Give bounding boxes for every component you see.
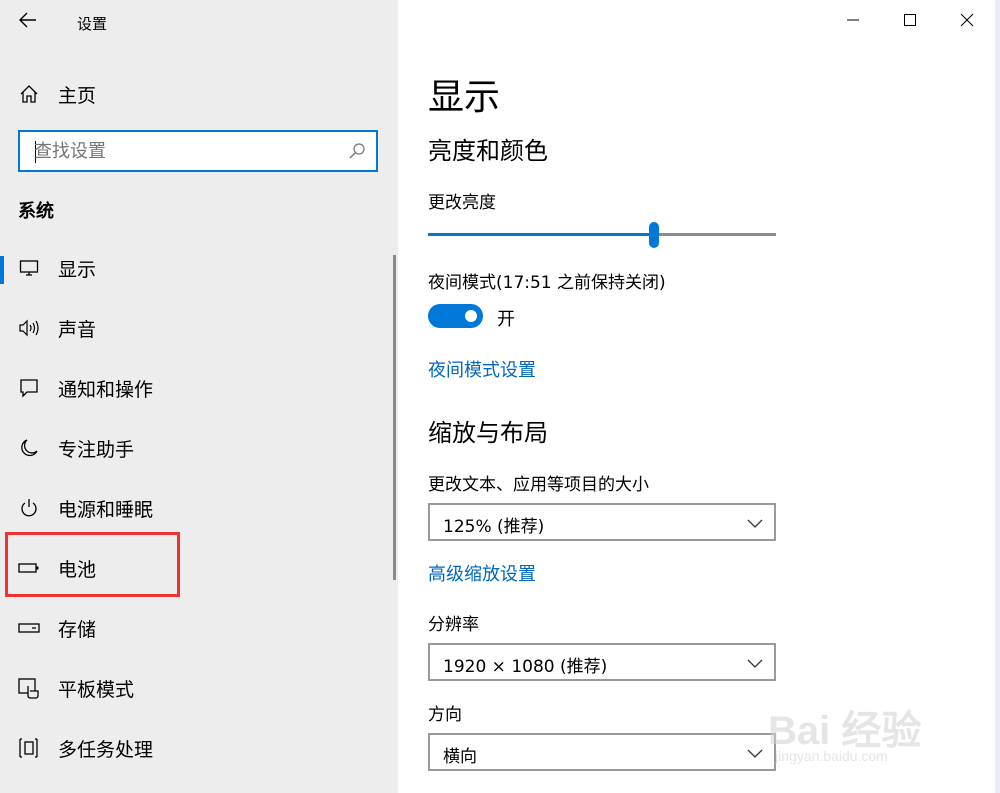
- highlight-annotation: [5, 532, 180, 597]
- search-box[interactable]: [18, 130, 378, 172]
- monitor-icon: [18, 257, 40, 279]
- sidebar-item-label: 多任务处理: [58, 738, 154, 761]
- sidebar-scrollbar[interactable]: [393, 255, 396, 580]
- sidebar-item-notifications[interactable]: 通知和操作: [0, 358, 390, 418]
- resolution-label: 分辨率: [428, 615, 479, 635]
- multitasking-icon: [18, 737, 40, 759]
- storage-icon: [18, 617, 40, 639]
- section-title: 系统: [18, 201, 54, 222]
- sidebar-item-label: 通知和操作: [58, 378, 154, 401]
- home-label: 主页: [58, 84, 97, 107]
- moon-icon: [18, 437, 40, 459]
- page-title: 显示: [428, 77, 501, 118]
- chevron-down-icon: [746, 655, 764, 669]
- desktop-edge: [995, 0, 1000, 793]
- scale-layout-heading: 缩放与布局: [428, 419, 548, 447]
- search-input[interactable]: [34, 140, 334, 162]
- chevron-down-icon: [746, 515, 764, 529]
- resolution-value: 1920 × 1080 (推荐): [443, 657, 608, 677]
- baidu-watermark: Bai 经验 jingyan.baidu.com: [740, 688, 950, 778]
- scale-value: 125% (推荐): [443, 517, 545, 537]
- maximize-icon: [903, 12, 917, 31]
- night-light-settings-link[interactable]: 夜间模式设置: [428, 356, 536, 382]
- night-light-toggle-state: 开: [497, 309, 515, 330]
- scale-label: 更改文本、应用等项目的大小: [428, 475, 649, 495]
- night-light-label: 夜间模式(17:51 之前保持关闭): [428, 273, 666, 293]
- sidebar-item-display[interactable]: 显示: [0, 238, 390, 298]
- tablet-mode-icon: [18, 677, 40, 699]
- title-bar: 设置: [0, 0, 398, 44]
- sidebar-item-label: 平板模式: [58, 678, 135, 701]
- minimize-button[interactable]: [838, 6, 868, 36]
- back-button[interactable]: [14, 8, 42, 36]
- power-icon: [18, 497, 40, 519]
- sidebar-nav: 显示 声音 通知和操作 专注助手 电源和睡眠 电池 存储 平板模式 多任务处理: [0, 238, 390, 778]
- brightness-label: 更改亮度: [428, 193, 496, 213]
- sidebar-item-power-sleep[interactable]: 电源和睡眠: [0, 478, 390, 538]
- maximize-button[interactable]: [895, 6, 925, 36]
- brightness-heading: 亮度和颜色: [428, 137, 548, 165]
- sidebar-item-storage[interactable]: 存储: [0, 598, 390, 658]
- slider-fill: [428, 233, 655, 236]
- back-arrow-icon: [19, 12, 37, 32]
- sidebar-item-label: 显示: [58, 258, 97, 281]
- orientation-dropdown[interactable]: 横向: [428, 733, 776, 771]
- app-title: 设置: [77, 15, 108, 33]
- watermark-url: jingyan.baidu.com: [775, 748, 888, 764]
- sidebar-item-home[interactable]: 主页: [18, 78, 96, 110]
- home-icon: [18, 83, 40, 105]
- speaker-icon: [18, 317, 40, 339]
- close-button[interactable]: [952, 6, 982, 36]
- sidebar-item-label: 专注助手: [58, 438, 135, 461]
- display-settings-page: 显示 亮度和颜色 更改亮度 夜间模式(17:51 之前保持关闭) 开 夜间模式设…: [398, 0, 1000, 793]
- advanced-scaling-link[interactable]: 高级缩放设置: [428, 560, 536, 586]
- sidebar-item-label: 声音: [58, 318, 97, 341]
- brightness-slider[interactable]: [428, 222, 776, 248]
- night-light-toggle[interactable]: [428, 304, 483, 328]
- close-icon: [960, 12, 974, 31]
- resolution-dropdown[interactable]: 1920 × 1080 (推荐): [428, 643, 776, 681]
- settings-sidebar: 设置 主页 系统 显示 声音 通: [0, 0, 398, 793]
- orientation-value: 横向: [443, 747, 477, 767]
- toggle-knob: [465, 310, 477, 322]
- slider-thumb[interactable]: [649, 222, 660, 248]
- sidebar-item-multitasking[interactable]: 多任务处理: [0, 718, 390, 778]
- scale-dropdown[interactable]: 125% (推荐): [428, 503, 776, 541]
- search-icon[interactable]: [348, 142, 366, 160]
- sidebar-item-focus-assist[interactable]: 专注助手: [0, 418, 390, 478]
- sidebar-item-sound[interactable]: 声音: [0, 298, 390, 358]
- minimize-icon: [846, 12, 860, 31]
- orientation-label: 方向: [428, 705, 462, 725]
- sidebar-item-tablet-mode[interactable]: 平板模式: [0, 658, 390, 718]
- notification-icon: [18, 377, 40, 399]
- sidebar-item-label: 电源和睡眠: [58, 498, 154, 521]
- sidebar-item-label: 存储: [58, 618, 97, 641]
